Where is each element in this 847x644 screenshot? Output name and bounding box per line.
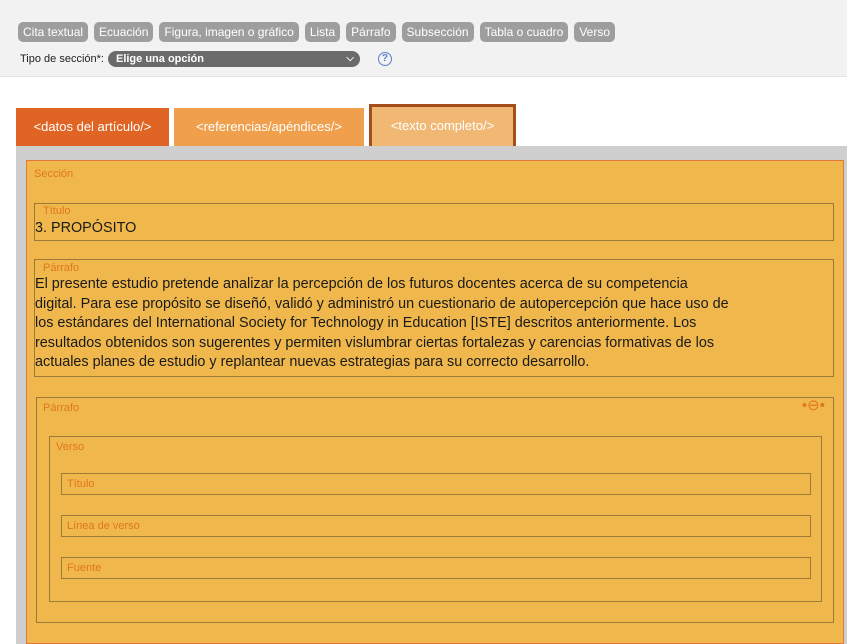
section-block[interactable]: Sección Título 3. PROPÓSITO Párrafo El p… (26, 160, 844, 644)
paragraph-field-label: Párrafo (43, 262, 80, 274)
verse-source-field[interactable]: Fuente (61, 557, 811, 579)
paragraph-line: resultados obtenidos son sugerentes y pe… (35, 334, 715, 351)
subseccion-button[interactable]: Subsección (401, 22, 474, 42)
tab-referencias-apendices[interactable]: <referencias/apéndices/> (174, 108, 364, 146)
section-type-row: Tipo de sección*: Elige una opción ⌵ ? (20, 51, 392, 67)
title-value: 3. PROPÓSITO (35, 220, 137, 236)
verse-source-label: Fuente (67, 562, 102, 574)
paragraph-line: El presente estudio pretende analizar la… (35, 276, 688, 292)
verse-line-field[interactable]: Línea de verso (61, 515, 811, 537)
section-type-select[interactable]: Elige una opción ⌵ (107, 51, 360, 67)
help-icon[interactable]: ? (377, 52, 392, 66)
paragraph-line: los estándares del International Society… (35, 315, 697, 331)
section-type-value: Elige una opción (115, 53, 204, 65)
paragraph-text: El presente estudio pretende analizar la… (35, 275, 729, 373)
verse-label: Verso (56, 441, 85, 453)
verse-block[interactable]: Verso Título Línea de verso Fuente (49, 436, 822, 602)
chevron-down-icon: ⌵ (346, 53, 354, 64)
ecuacion-button[interactable]: Ecuación (94, 22, 154, 42)
section-label: Sección (34, 168, 74, 180)
drag-handle-icon[interactable]: •⊖• (802, 396, 825, 414)
paragraph-line: digital. Para ese propósito se diseñó, v… (35, 295, 729, 312)
parrafo-button[interactable]: Párrafo (346, 22, 396, 42)
verse-title-field[interactable]: Título (61, 473, 811, 495)
editor-toolbar: Cita textual Ecuación Figura, imagen o g… (0, 0, 847, 77)
paragraph-field[interactable]: Párrafo El presente estudio pretende ana… (34, 259, 834, 377)
tab-texto-completo[interactable]: <texto completo/> (369, 104, 516, 146)
figura-button[interactable]: Figura, imagen o gráfico (159, 22, 299, 42)
tab-datos-articulo[interactable]: <datos del artículo/> (16, 108, 169, 146)
paragraph-line: actuales planes de estudio y replantear … (35, 354, 590, 370)
title-field-label: Título (43, 205, 71, 217)
section-type-label: Tipo de sección*: (20, 53, 104, 65)
verso-button[interactable]: Verso (574, 22, 615, 42)
cita-textual-button[interactable]: Cita textual (18, 22, 89, 42)
insert-buttons: Cita textual Ecuación Figura, imagen o g… (18, 22, 615, 42)
paragraph-block-2[interactable]: Párrafo •⊖• Verso Título Línea de verso … (36, 397, 834, 623)
title-field[interactable]: Título 3. PROPÓSITO (34, 203, 834, 241)
paragraph-block-2-label: Párrafo (43, 402, 80, 414)
tabla-button[interactable]: Tabla o cuadro (479, 22, 569, 42)
verse-line-label: Línea de verso (67, 520, 140, 532)
lista-button[interactable]: Lista (304, 22, 341, 42)
verse-title-label: Título (67, 478, 95, 490)
